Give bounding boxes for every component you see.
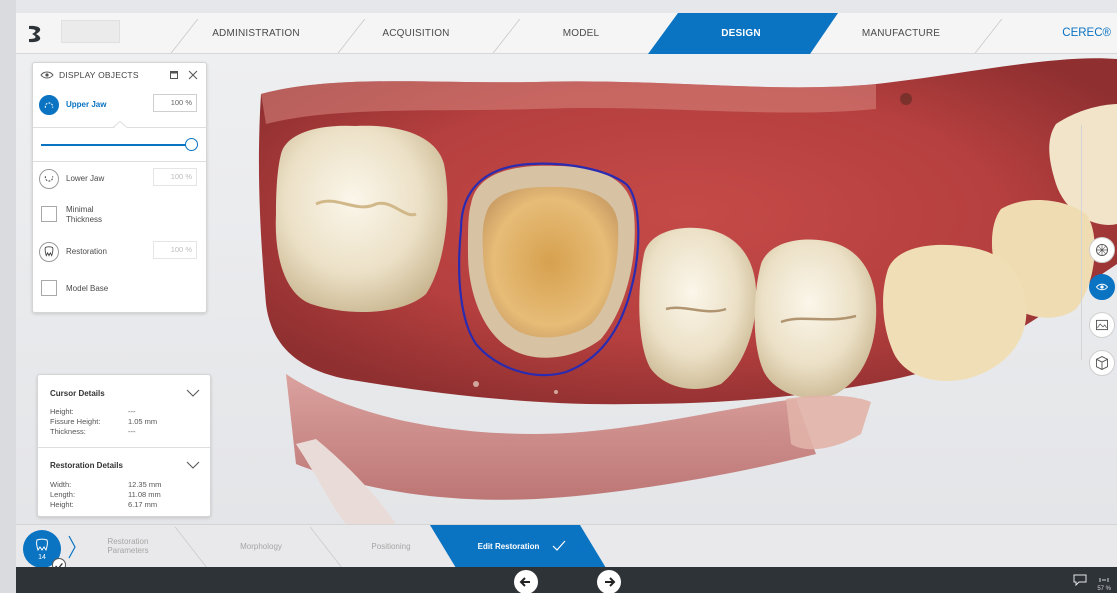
thickness-value: --- [128,427,136,436]
chat-icon[interactable] [1073,574,1087,586]
fissure-height-value: 1.05 mm [128,417,158,426]
step-restoration-parameters-line1: Restoration [107,537,149,546]
cursor-details-title: Cursor Details [50,389,105,398]
upper-jaw-opacity-input[interactable]: 100 % [153,94,197,112]
height-value: 6.17 mm [128,500,158,509]
status-bar: 57 % [16,567,1117,593]
image-button[interactable] [1089,312,1115,338]
close-icon[interactable] [188,70,198,80]
cursor-height-label: Height: [50,407,74,416]
tooth-icon[interactable] [39,242,59,262]
cube-icon [1096,356,1108,370]
step-edit-restoration[interactable]: Edit Restoration [456,525,561,568]
tab-acquisition[interactable]: ACQUISITION [361,13,471,54]
pointer-notch [113,121,127,128]
app-window: ADMINISTRATION ACQUISITION MODEL DESIGN … [0,0,1117,593]
left-edge [0,0,16,593]
brand-logo: CEREC® [1062,27,1111,39]
step-morphology[interactable]: Morphology [206,525,316,568]
tab-model[interactable]: MODEL [526,13,636,54]
top-navigation: ADMINISTRATION ACQUISITION MODEL DESIGN … [16,13,1117,54]
minimal-thickness-row[interactable]: Minimal Thickness [33,203,206,233]
details-panel: Cursor Details Height: --- Fissure Heigh… [37,374,211,517]
chevron-down-icon[interactable] [186,388,200,398]
chevron-down-icon[interactable] [186,460,200,470]
lower-jaw-row[interactable]: Lower Jaw 100 % [33,167,206,193]
slider-track [41,144,189,146]
tab-manufacture[interactable]: MANUFACTURE [846,13,956,54]
length-value: 11.08 mm [128,490,161,499]
workflow-steps-bar: 14 Restoration Parameters Morphology Pos… [16,524,1117,572]
stripes-icon [577,543,591,559]
step-positioning[interactable]: Positioning [336,525,446,568]
chevron-right-icon [68,535,76,559]
tooth-icon [36,538,48,552]
restoration-details-title: Restoration Details [50,461,123,470]
step-restoration-parameters-line2: Parameters [107,546,149,555]
eye-icon [40,71,54,79]
panel-title: DISPLAY OBJECTS [59,70,139,80]
back-button[interactable] [514,570,538,593]
upper-jaw-label: Upper Jaw [66,100,107,109]
width-label: Width: [50,480,72,489]
minimal-thickness-label-line2: Thickness [66,215,103,224]
checkmark-icon [552,540,566,551]
model-base-label: Model Base [66,284,109,293]
thickness-label: Thickness: [50,427,86,436]
height-label: Height: [50,500,74,509]
length-label: Length: [50,490,76,499]
restoration-label: Restoration [66,247,107,256]
fissure-height-label: Fissure Height: [50,417,101,426]
model-base-row[interactable]: Model Base [33,277,206,303]
zoom-level: 57 % [1097,586,1111,592]
eye-icon [1095,283,1109,291]
next-button[interactable] [597,570,621,593]
panel-header: DISPLAY OBJECTS [33,63,206,87]
opacity-slider[interactable] [41,138,199,152]
minimal-thickness-checkbox[interactable] [41,206,57,222]
tab-administration[interactable]: ADMINISTRATION [196,13,316,54]
tab-design[interactable]: DESIGN [676,13,806,54]
width-value: 12.35 mm [128,480,162,489]
upper-jaw-icon[interactable] [39,95,59,115]
logo-icon[interactable] [26,23,46,45]
zoom-icon [1099,578,1109,582]
lower-jaw-label: Lower Jaw [66,174,105,183]
model-base-view-button[interactable] [1089,350,1115,376]
image-icon [1096,319,1108,331]
minimal-thickness-label: Minimal Thickness [66,205,102,225]
minimal-thickness-label-line1: Minimal [66,205,94,214]
restoration-row[interactable]: Restoration 100 % [33,240,206,266]
arrow-right-icon [605,577,616,587]
patient-field[interactable] [61,20,120,43]
cursor-height-value: --- [128,407,136,416]
tool-rail [1081,125,1082,360]
tooth-view-button[interactable] [1089,237,1115,263]
display-objects-panel: DISPLAY OBJECTS Upper Jaw 100 % Lower Ja… [32,62,208,313]
tooth-view-icon [1096,244,1108,256]
arrow-left-icon [519,577,530,587]
display-objects-button[interactable] [1089,274,1115,300]
restoration-opacity-input[interactable]: 100 % [153,241,197,259]
lower-jaw-opacity-input[interactable]: 100 % [153,168,197,186]
zoom-indicator: 57 % [1097,577,1111,593]
upper-jaw-row[interactable]: Upper Jaw 100 % [33,93,206,119]
slider-handle[interactable] [185,138,198,151]
minimize-icon[interactable] [170,71,178,79]
model-base-checkbox[interactable] [41,280,57,296]
lower-jaw-icon[interactable] [39,169,59,189]
